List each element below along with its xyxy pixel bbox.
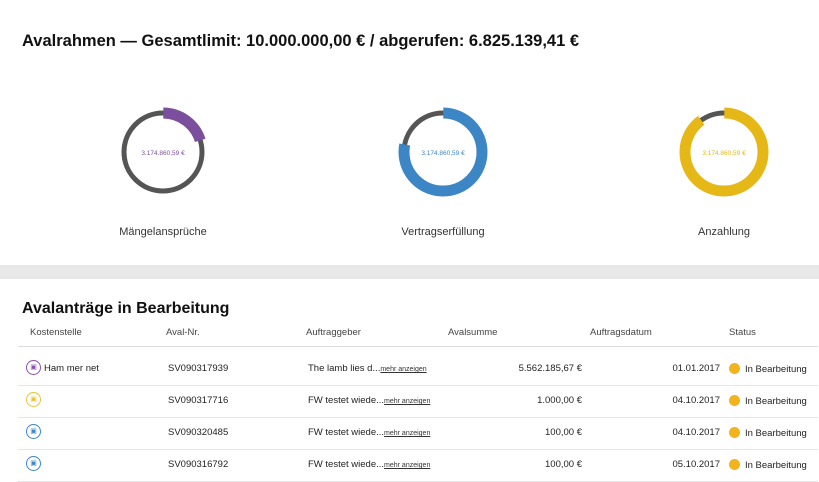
cell-auftraggeber: The lamb lies d...mehr anzeigen [308, 363, 427, 374]
cell-status: In Bearbeitung [729, 427, 807, 439]
page-headline: Avalrahmen — Gesamtlimit: 10.000.000,00 … [22, 32, 580, 50]
more-link[interactable]: mehr anzeigen [384, 462, 430, 469]
document-icon[interactable]: ▣ [26, 424, 41, 439]
cell-auftragsdatum: 05.10.2017 [672, 459, 720, 470]
cell-aval-nr: SV090316792 [168, 459, 229, 470]
cell-aval-nr: SV090320485 [168, 427, 229, 438]
cell-auftraggeber: FW testet wiede...mehr anzeigen [308, 395, 430, 406]
donut-label: Mängelansprüche [119, 226, 207, 238]
status-dot-icon [729, 459, 740, 470]
cell-status: In Bearbeitung [729, 395, 807, 407]
donut-center-value: 3.174.860,59 € [702, 150, 746, 157]
auftraggeber-text: The lamb lies d... [308, 363, 381, 374]
status-text: In Bearbeitung [745, 460, 807, 471]
section-divider [0, 265, 819, 279]
status-dot-icon [729, 395, 740, 406]
status-text: In Bearbeitung [745, 364, 807, 375]
cell-auftragsdatum: 04.10.2017 [672, 395, 720, 406]
donut-chart: 3.174.860,59 € [118, 107, 208, 197]
donut-label: Anzahlung [698, 226, 750, 238]
auftraggeber-text: FW testet wiede... [308, 395, 385, 406]
cell-auftragsdatum: 01.01.2017 [672, 363, 720, 374]
cell-kostenstelle: Ham mer net [44, 363, 99, 374]
donut-chart: 3.174.860,59 € [398, 107, 488, 197]
column-header-aval-nr[interactable]: Aval-Nr. [166, 327, 200, 338]
status-dot-icon [729, 427, 740, 438]
cell-avalsumme: 1.000,00 € [537, 395, 582, 406]
donut-anzahlung[interactable]: 3.174.860,59 € Anzahlung [644, 102, 804, 238]
cell-avalsumme: 5.562.185,67 € [518, 363, 582, 374]
cell-status: In Bearbeitung [729, 459, 807, 471]
cell-avalsumme: 100,00 € [545, 427, 582, 438]
header-divider [18, 346, 818, 347]
more-link[interactable]: mehr anzeigen [384, 430, 430, 437]
status-dot-icon [729, 363, 740, 374]
donut-vertragserfuellung[interactable]: 3.174.860,59 € Vertragserfüllung [363, 102, 523, 238]
cell-aval-nr: SV090317939 [168, 363, 229, 374]
donut-center-value: 3.174.860,59 € [141, 150, 185, 157]
document-icon[interactable]: ▣ [26, 360, 41, 375]
auftraggeber-text: FW testet wiede... [308, 427, 385, 438]
table-row[interactable]: ▣ SV090316792 FW testet wiede...mehr anz… [18, 449, 818, 482]
donut-chart: 3.174.860,59 € [679, 107, 769, 197]
donut-maengelansprueche[interactable]: 3.174.860,59 € Mängelansprüche [83, 102, 243, 238]
donut-label: Vertragserfüllung [401, 226, 485, 238]
cell-status: In Bearbeitung [729, 363, 807, 375]
column-header-kostenstelle[interactable]: Kostenstelle [30, 327, 82, 338]
cell-aval-nr: SV090317716 [168, 395, 229, 406]
pending-applications-section: Avalanträge in Bearbeitung Kostenstelle … [0, 279, 819, 482]
status-text: In Bearbeitung [745, 396, 807, 407]
column-header-auftraggeber[interactable]: Auftraggeber [306, 327, 361, 338]
more-link[interactable]: mehr anzeigen [380, 366, 426, 373]
table-row[interactable]: ▣ Ham mer net SV090317939 The lamb lies … [18, 353, 818, 386]
cell-auftragsdatum: 04.10.2017 [672, 427, 720, 438]
aval-overview-card: Avalrahmen — Gesamtlimit: 10.000.000,00 … [0, 0, 819, 266]
table-row[interactable]: ▣ SV090320485 FW testet wiede...mehr anz… [18, 417, 818, 450]
section-title: Avalanträge in Bearbeitung [22, 300, 230, 317]
column-header-auftragsdatum[interactable]: Auftragsdatum [590, 327, 652, 338]
cell-auftraggeber: FW testet wiede...mehr anzeigen [308, 459, 430, 470]
document-icon[interactable]: ▣ [26, 392, 41, 407]
cell-avalsumme: 100,00 € [545, 459, 582, 470]
column-header-avalsumme[interactable]: Avalsumme [448, 327, 497, 338]
status-text: In Bearbeitung [745, 428, 807, 439]
donut-center-value: 3.174.860,59 € [421, 150, 465, 157]
table-row[interactable]: ▣ SV090317716 FW testet wiede...mehr anz… [18, 385, 818, 418]
more-link[interactable]: mehr anzeigen [384, 398, 430, 405]
cell-auftraggeber: FW testet wiede...mehr anzeigen [308, 427, 430, 438]
auftraggeber-text: FW testet wiede... [308, 459, 385, 470]
document-icon[interactable]: ▣ [26, 456, 41, 471]
column-header-status[interactable]: Status [729, 327, 756, 338]
